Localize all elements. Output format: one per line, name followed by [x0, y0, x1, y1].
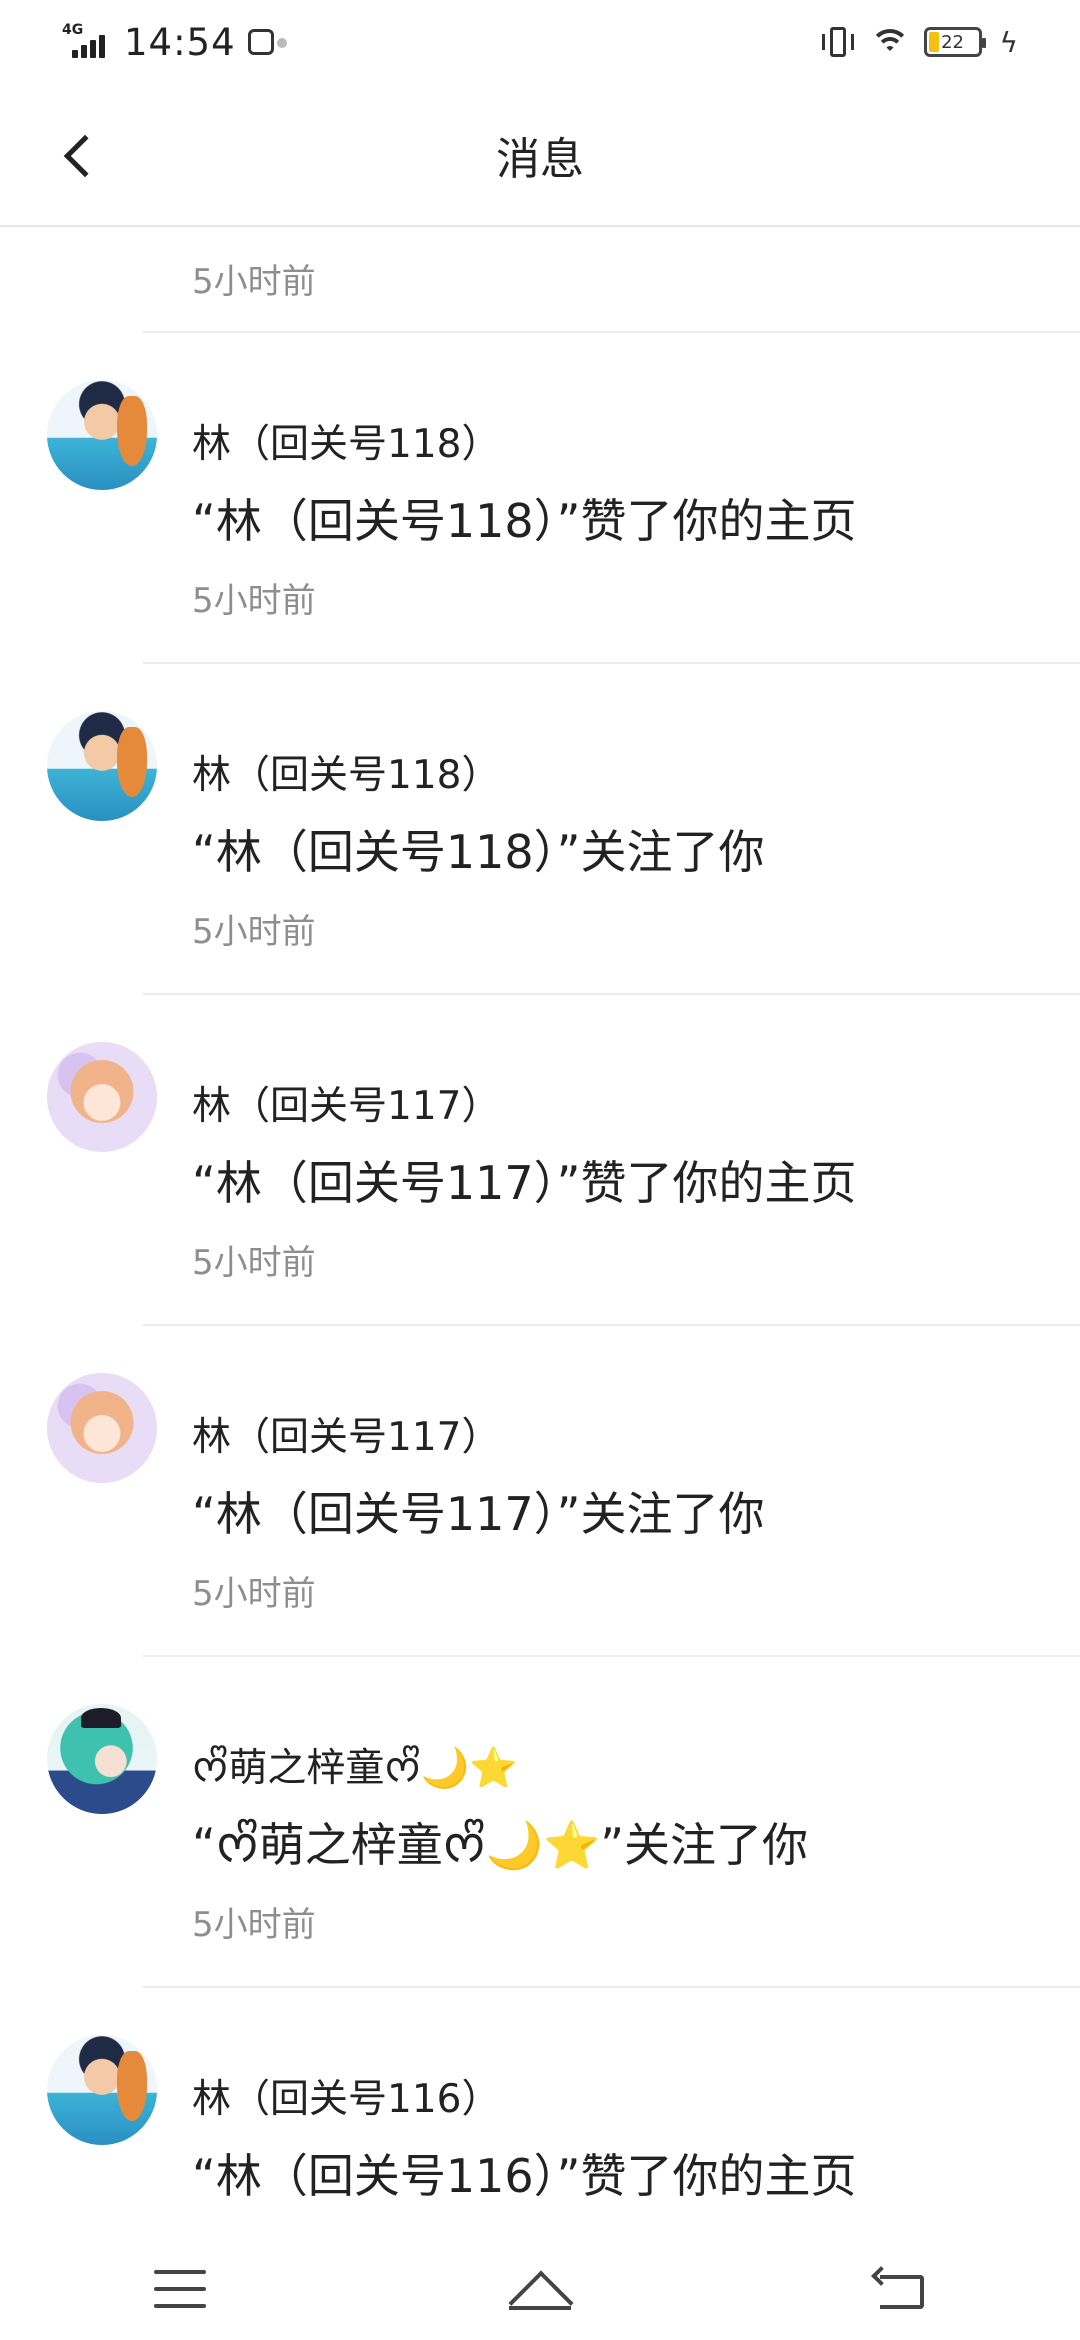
message-time: 5小时前	[192, 912, 316, 952]
list-item[interactable]: 林（回关号117） “林（回关号117）”赞了你的主页 5小时前	[0, 995, 1080, 1326]
message-list[interactable]: 5小时前 林（回关号118） “林（回关号118）”赞了你的主页 5小时前 林（…	[0, 227, 1080, 2237]
status-time: 14:54	[124, 20, 236, 64]
return-icon	[871, 2265, 926, 2309]
action-text: “林（回关号117）”赞了你的主页	[192, 1156, 857, 1210]
status-bar: 4G 14:54 22 ϟ	[0, 0, 1080, 84]
list-item[interactable]: ᰔᩚ萌之梓童ᰔᩚ🌙⭐ “ᰔᩚ萌之梓童ᰔᩚ🌙⭐”关注了你 5小时前	[0, 1657, 1080, 1988]
list-item[interactable]: 林（回关号116） “林（回关号116）”赞了你的主页	[0, 1988, 1080, 2237]
battery-icon: 22	[923, 27, 986, 57]
user-name[interactable]: 林（回关号118）	[192, 744, 500, 800]
user-name[interactable]: 林（回关号117）	[192, 1406, 500, 1462]
action-text: “ᰔᩚ萌之梓童ᰔᩚ🌙⭐”关注了你	[192, 1818, 809, 1872]
cellular-signal-icon: 4G	[62, 22, 112, 62]
message-time: 5小时前	[192, 581, 316, 621]
user-name[interactable]: ᰔᩚ萌之梓童ᰔᩚ🌙⭐	[192, 1737, 518, 1802]
avatar[interactable]	[47, 1373, 157, 1483]
user-name[interactable]: 林（回关号116）	[192, 2068, 500, 2124]
message-time: 5小时前	[192, 1905, 316, 1945]
avatar[interactable]	[47, 711, 157, 821]
battery-level: 22	[941, 31, 964, 53]
avatar[interactable]	[47, 1704, 157, 1814]
message-time: 5小时前	[192, 1574, 316, 1614]
avatar[interactable]	[47, 1042, 157, 1152]
home-icon	[505, 2268, 575, 2310]
list-item[interactable]: 林（回关号117） “林（回关号117）”关注了你 5小时前	[0, 1326, 1080, 1657]
list-item-partial[interactable]: 5小时前	[0, 227, 1080, 333]
system-back-button[interactable]	[840, 2249, 960, 2329]
action-text: “林（回关号117）”关注了你	[192, 1487, 765, 1541]
app-notification-icon	[247, 29, 287, 55]
avatar[interactable]	[47, 2035, 157, 2145]
list-item[interactable]: 林（回关号118） “林（回关号118）”关注了你 5小时前	[0, 664, 1080, 995]
status-right: 22 ϟ	[820, 26, 1018, 59]
action-text: “林（回关号118）”赞了你的主页	[192, 494, 857, 548]
wifi-icon	[869, 27, 910, 57]
top-nav: 消息	[0, 84, 1080, 227]
menu-icon	[154, 2269, 206, 2308]
bolt-icon: ϟ	[999, 25, 1018, 59]
list-item[interactable]: 林（回关号118） “林（回关号118）”赞了你的主页 5小时前	[0, 333, 1080, 664]
action-text: “林（回关号116）”赞了你的主页	[192, 2149, 857, 2203]
avatar[interactable]	[47, 380, 157, 490]
vibrate-icon	[820, 27, 856, 57]
chevron-left-icon	[63, 134, 107, 178]
message-time: 5小时前	[192, 1243, 316, 1283]
page-title: 消息	[496, 133, 584, 185]
bottom-nav-bar	[0, 2237, 1080, 2340]
user-name[interactable]: 林（回关号117）	[192, 1075, 500, 1131]
home-button[interactable]	[480, 2249, 600, 2329]
user-name[interactable]: 林（回关号118）	[192, 413, 500, 469]
action-text: “林（回关号118）”关注了你	[192, 825, 765, 879]
message-time: 5小时前	[192, 262, 316, 302]
back-button[interactable]	[50, 126, 110, 186]
status-left: 4G 14:54	[62, 20, 287, 64]
recent-apps-button[interactable]	[120, 2249, 240, 2329]
